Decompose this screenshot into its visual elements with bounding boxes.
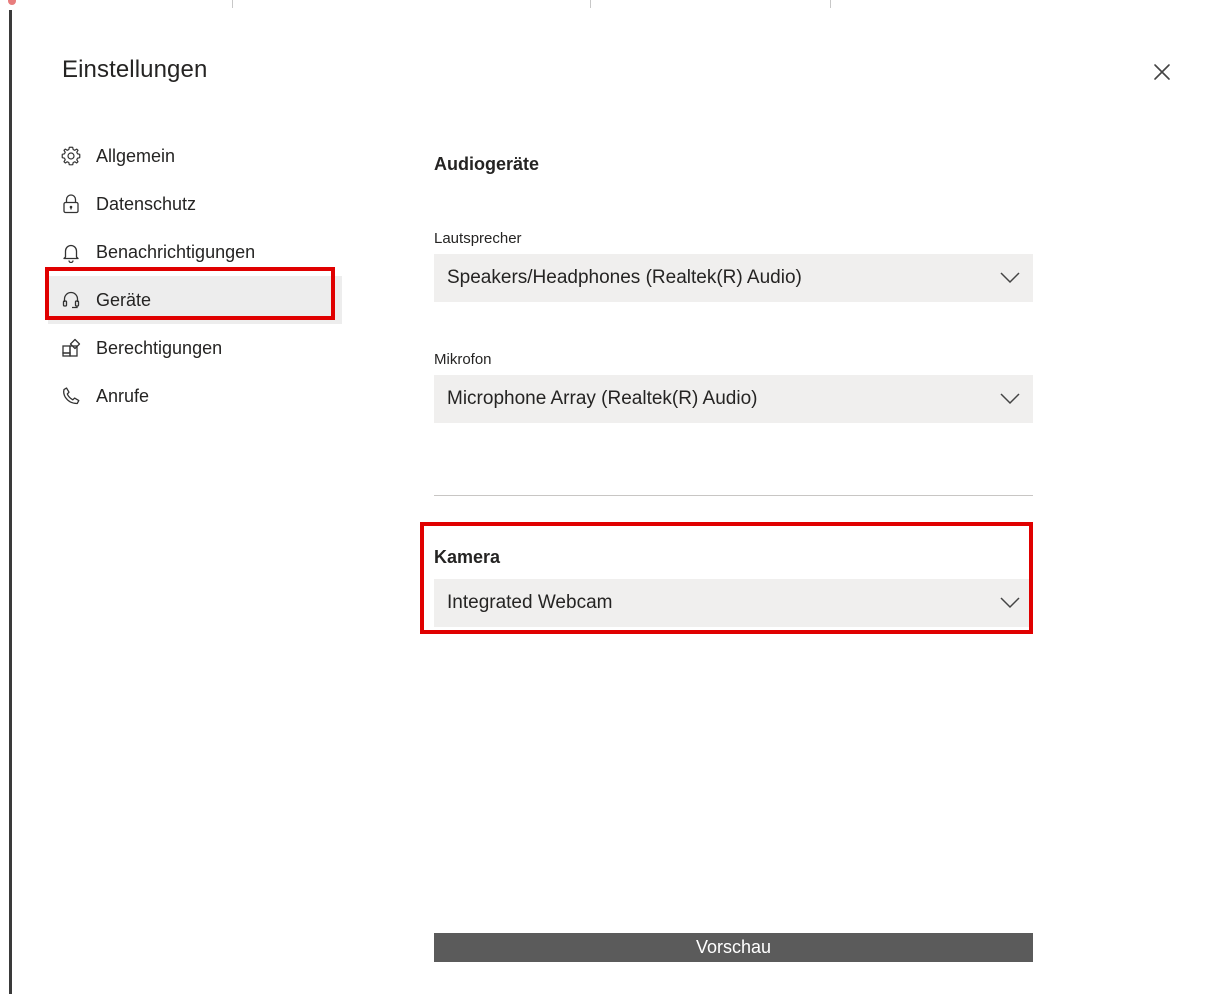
nav-item-label: Anrufe: [96, 385, 150, 406]
microphone-dropdown[interactable]: Microphone Array (Realtek(R) Audio): [434, 375, 1033, 423]
nav-item-label: Berechtigungen: [96, 337, 223, 358]
chevron-down-icon: [1000, 272, 1020, 284]
microphone-value: Microphone Array (Realtek(R) Audio): [447, 388, 758, 409]
preview-bar: Vorschau: [434, 933, 1033, 962]
chevron-down-icon: [1000, 393, 1020, 405]
phone-icon: [60, 385, 82, 407]
background-divider: [830, 0, 831, 8]
microphone-label: Mikrofon: [434, 351, 492, 368]
close-button[interactable]: [1148, 58, 1176, 86]
speaker-label: Lautsprecher: [434, 230, 522, 247]
camera-dropdown[interactable]: Integrated Webcam: [434, 579, 1033, 627]
background-divider: [232, 0, 233, 8]
preview-label: Vorschau: [695, 937, 772, 957]
background-divider: [590, 0, 591, 8]
lock-icon: [60, 193, 82, 215]
close-icon: [1154, 64, 1170, 80]
nav-item-datenschutz[interactable]: Datenschutz: [48, 180, 342, 228]
audio-devices-heading: Audiogeräte: [434, 154, 540, 174]
nav-item-berechtigungen[interactable]: Berechtigungen: [48, 324, 342, 372]
nav-item-label: Benachrichtigungen: [96, 241, 256, 262]
chevron-down-icon: [1000, 597, 1020, 609]
nav-item-benachrichtigungen[interactable]: Benachrichtigungen: [48, 228, 342, 276]
headset-icon: [60, 289, 82, 311]
settings-dialog: Einstellungen Allgemein Datenschutz Bena…: [12, 12, 1205, 994]
section-divider: [434, 495, 1033, 496]
apps-icon: [60, 337, 82, 359]
camera-heading: Kamera: [434, 547, 501, 567]
speaker-value: Speakers/Headphones (Realtek(R) Audio): [447, 267, 802, 288]
nav-item-allgemein[interactable]: Allgemein: [48, 132, 342, 180]
background-window-strip: [0, 0, 1205, 12]
camera-value: Integrated Webcam: [447, 592, 613, 613]
speaker-dropdown[interactable]: Speakers/Headphones (Realtek(R) Audio): [434, 254, 1033, 302]
nav-item-label: Datenschutz: [96, 193, 197, 214]
nav-item-label: Allgemein: [96, 145, 176, 166]
nav-item-label: Geräte: [96, 289, 152, 310]
dialog-title: Einstellungen: [62, 56, 208, 83]
background-indicator: [8, 0, 16, 5]
bell-icon: [60, 241, 82, 263]
gear-icon: [60, 145, 82, 167]
nav-item-anrufe[interactable]: Anrufe: [48, 372, 342, 420]
nav-item-geraete[interactable]: Geräte: [48, 276, 342, 324]
settings-nav: Allgemein Datenschutz Benachrichtigungen…: [48, 132, 342, 420]
